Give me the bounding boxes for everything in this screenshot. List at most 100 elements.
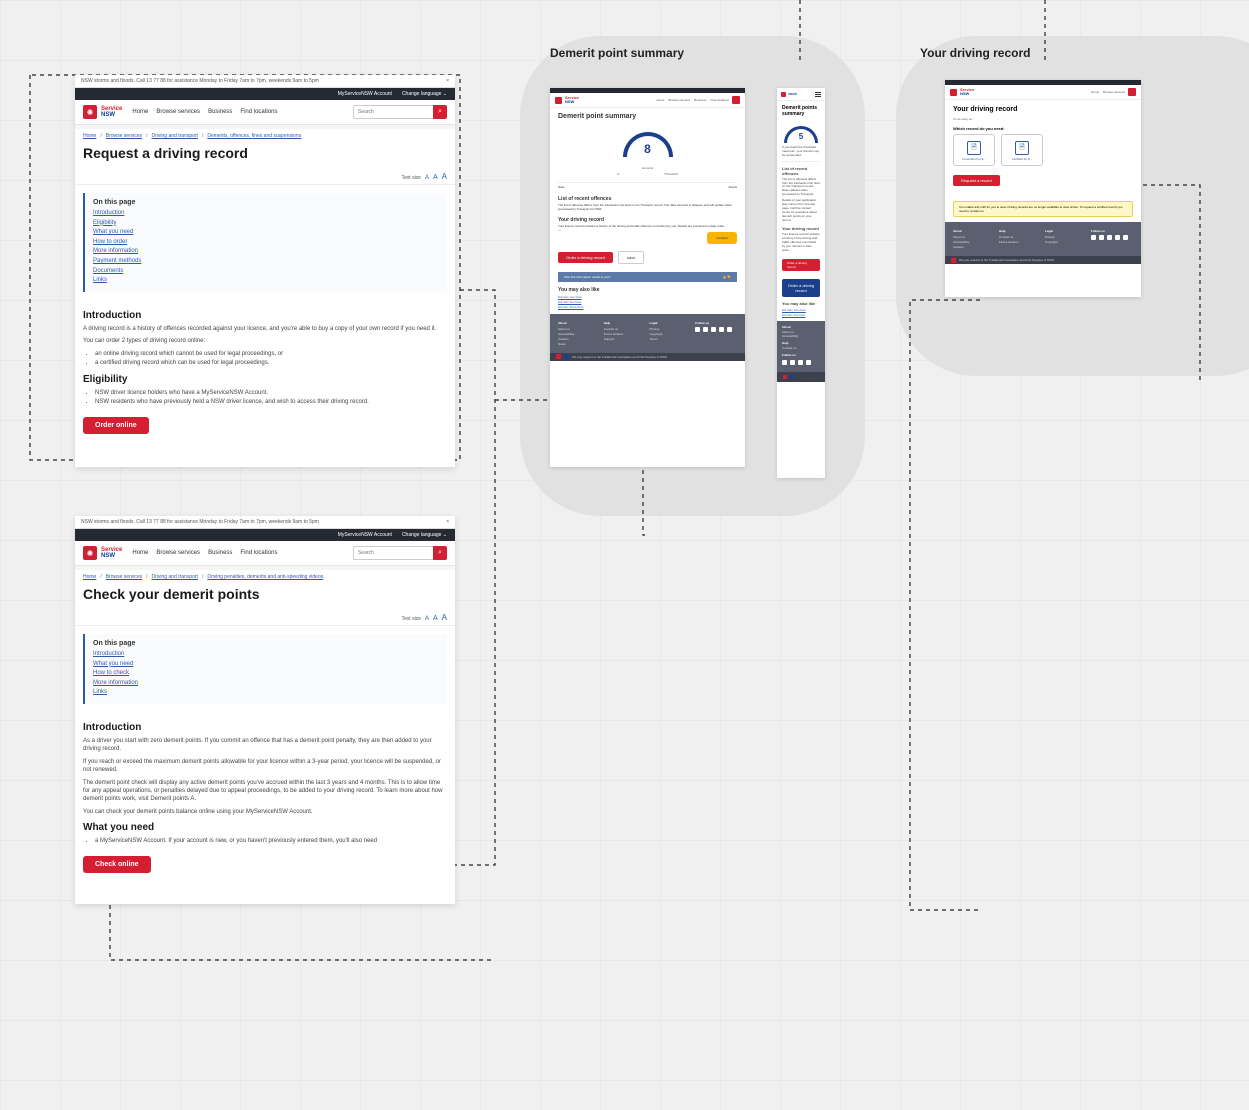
nav-locations[interactable]: Find locations	[240, 550, 277, 556]
primary-nav: Home Browse services Business Find locat…	[132, 550, 277, 556]
paragraph: If you reach the threshold maximum, your…	[782, 146, 820, 158]
change-language[interactable]: Change language ⌄	[402, 532, 447, 538]
link[interactable]: link item two here	[782, 313, 820, 317]
onpage-link[interactable]: Payment methods	[93, 257, 439, 267]
check-online-button[interactable]: Check online	[83, 856, 151, 873]
flag-icon	[951, 258, 956, 263]
linkedin-icon[interactable]	[1123, 235, 1128, 240]
crumb[interactable]: Driving penalties, demerits and anti-spe…	[207, 574, 323, 580]
onpage-link[interactable]: Introduction	[93, 209, 439, 219]
onpage-link[interactable]: Eligibility	[93, 219, 439, 229]
youtube-icon[interactable]	[719, 327, 724, 332]
request-record-button[interactable]: Request a record	[953, 175, 1000, 186]
crumb[interactable]: Driving and transport	[152, 574, 198, 580]
link[interactable]: link item two here	[558, 300, 737, 304]
hamburger-icon[interactable]	[815, 91, 821, 97]
change-language[interactable]: Change language ⌄	[402, 91, 447, 97]
site-header: Service NSW Home Browse services Busines…	[550, 93, 745, 108]
top-utility-nav: MyServiceNSW Account Change language ⌄	[75, 529, 455, 541]
table-header-row: Date Status	[558, 182, 737, 191]
label-record: Your driving record	[920, 46, 1030, 60]
top-utility-nav: MyServiceNSW Account Change language ⌄	[75, 88, 455, 100]
onpage-link[interactable]: What you need	[93, 660, 439, 670]
related-links: link item one here link item two here li…	[558, 295, 737, 309]
onpage-link[interactable]: More information	[93, 679, 439, 689]
instagram-icon[interactable]	[1107, 235, 1112, 240]
link[interactable]: link item three here	[558, 305, 737, 309]
nav-home[interactable]: Home	[132, 550, 148, 556]
linkedin-icon[interactable]	[806, 360, 811, 365]
account-link[interactable]: MyServiceNSW Account	[338, 91, 392, 97]
text-size-small[interactable]: A	[425, 175, 429, 181]
search-button[interactable]	[732, 96, 740, 104]
onpage-link[interactable]: Links	[93, 276, 439, 286]
youtube-icon[interactable]	[1115, 235, 1120, 240]
onpage-link[interactable]: Documents	[93, 267, 439, 277]
crumb[interactable]: Browse services	[106, 574, 142, 580]
card-uncertified[interactable]: 🗎 Uncertified for $...	[953, 134, 995, 166]
text-size-medium[interactable]: A	[433, 174, 438, 181]
nav-locations[interactable]: Find locations	[240, 109, 277, 115]
onpage-link[interactable]: Introduction	[93, 650, 439, 660]
instagram-icon[interactable]	[798, 360, 803, 365]
link[interactable]: link item one here	[782, 308, 820, 312]
card-certified[interactable]: 🗎 Certified for $...	[1001, 134, 1043, 166]
text-size-large[interactable]: A	[442, 613, 447, 622]
link[interactable]: link item one here	[558, 295, 737, 299]
save-button[interactable]: save	[618, 251, 644, 264]
text-size-medium[interactable]: A	[433, 615, 438, 622]
facebook-icon[interactable]	[695, 327, 700, 332]
onpage-link[interactable]: What you need	[93, 228, 439, 238]
order-online-button[interactable]: Order online	[83, 417, 149, 434]
logo[interactable]: ✺ Service NSW	[83, 546, 122, 560]
nav-business[interactable]: Business	[208, 550, 232, 556]
order-record-button[interactable]: Order a driving record	[782, 259, 820, 271]
search-button[interactable]: ⌕	[433, 546, 447, 560]
nav-business[interactable]: Business	[208, 109, 232, 115]
col-date: Date	[558, 185, 564, 189]
list-item: a MyServiceNSW Account. If your account …	[95, 837, 447, 846]
close-icon[interactable]: ×	[446, 519, 449, 525]
heading: Which record do you need:	[953, 126, 1133, 131]
facebook-icon[interactable]	[1091, 235, 1096, 240]
twitter-icon[interactable]	[703, 327, 708, 332]
text-size-small[interactable]: A	[425, 616, 429, 622]
nav-browse[interactable]: Browse services	[156, 109, 200, 115]
search-button[interactable]: ⌕	[433, 105, 447, 119]
search-input[interactable]	[353, 105, 433, 119]
onpage-link[interactable]: More information	[93, 247, 439, 257]
order-record-primary-button[interactable]: Order a driving record	[782, 279, 820, 297]
onpage-link[interactable]: How to order	[93, 238, 439, 248]
order-record-button[interactable]: Order a driving record	[558, 252, 613, 263]
flag-icon	[564, 354, 569, 359]
flag-icon	[790, 375, 794, 379]
breadcrumb: Home/ Browse services/ Driving and trans…	[75, 129, 455, 143]
twitter-icon[interactable]	[1099, 235, 1104, 240]
facebook-icon[interactable]	[782, 360, 787, 365]
crumb[interactable]: Demerits, offences, fines and suspension…	[207, 133, 301, 139]
crumb[interactable]: Driving and transport	[152, 133, 198, 139]
account-link[interactable]: MyServiceNSW Account	[338, 532, 392, 538]
feedback-thumbs[interactable]: 👍 👎	[723, 275, 731, 279]
search-button[interactable]	[1128, 88, 1136, 96]
logo[interactable]: ✺ Service NSW	[83, 105, 122, 119]
text-size-large[interactable]: A	[442, 172, 447, 181]
nsw-waratah-icon: ✺	[83, 546, 97, 560]
crumb[interactable]: Home	[83, 574, 96, 580]
close-icon[interactable]: ×	[446, 78, 449, 84]
onpage-link[interactable]: Links	[93, 688, 439, 698]
content: 5 If you reach the threshold maximum, yo…	[777, 118, 825, 321]
nav-browse[interactable]: Browse services	[156, 550, 200, 556]
crumb[interactable]: Browse services	[106, 133, 142, 139]
nav-home[interactable]: Home	[132, 109, 148, 115]
onpage-link[interactable]: How to check	[93, 669, 439, 679]
instagram-icon[interactable]	[711, 327, 716, 332]
search-input[interactable]	[353, 546, 433, 560]
record-type-cards: 🗎 Uncertified for $... 🗎 Certified for $…	[953, 134, 1133, 166]
heading: Eligibility	[83, 374, 447, 385]
certified-document-icon: 🗎	[1015, 141, 1029, 155]
page-demerit-summary-mobile: SNSW Demerit points summary 5 If you rea…	[777, 88, 825, 478]
crumb[interactable]: Home	[83, 133, 96, 139]
linkedin-icon[interactable]	[727, 327, 732, 332]
twitter-icon[interactable]	[790, 360, 795, 365]
